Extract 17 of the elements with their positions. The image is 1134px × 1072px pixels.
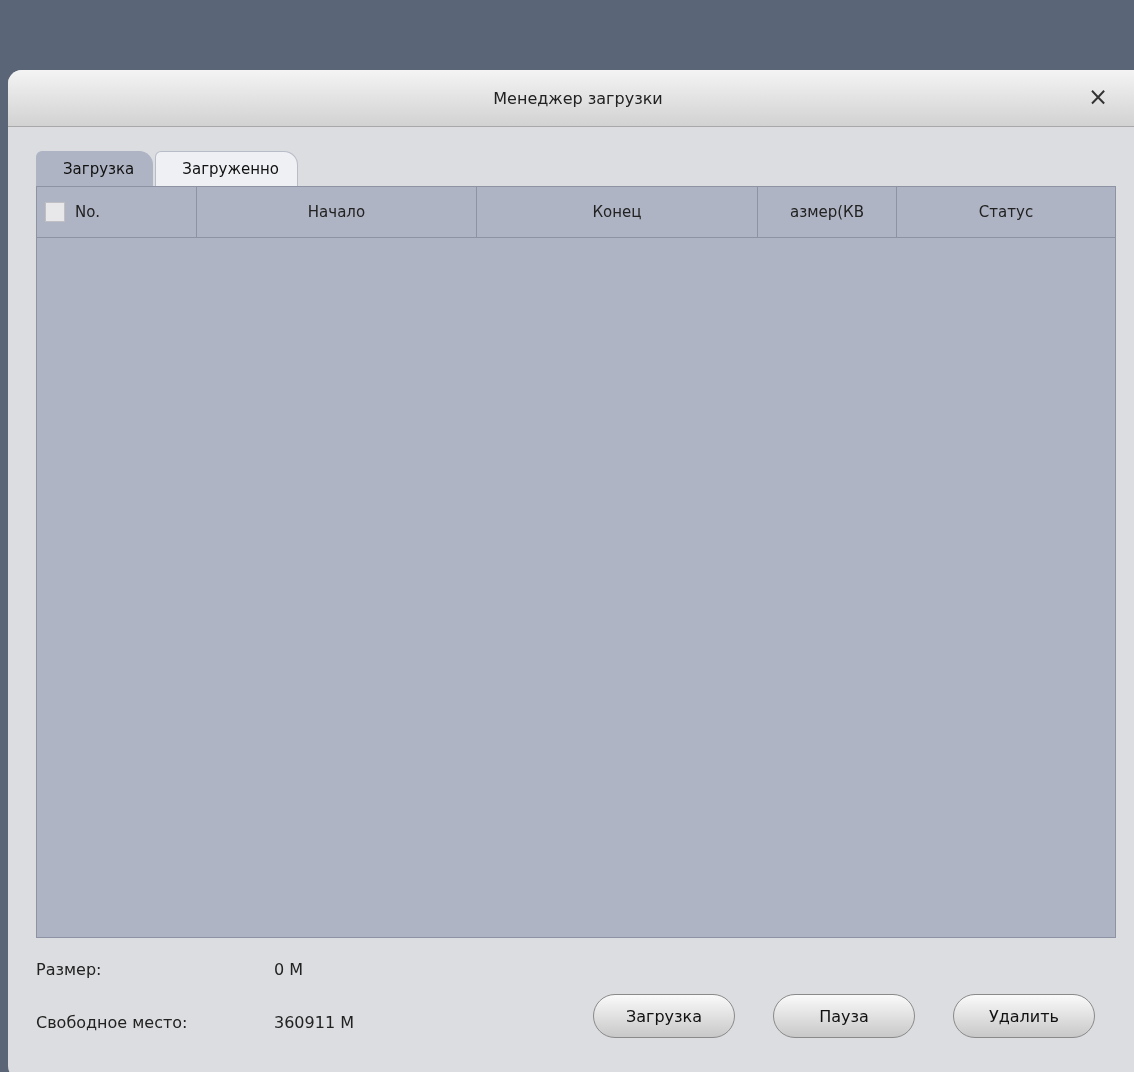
action-button[interactable]: Пауза (773, 994, 915, 1038)
action-button[interactable]: Загрузка (593, 994, 735, 1038)
summary-label: Свободное место: (36, 1013, 189, 1032)
summary-value: 360911 М (274, 1013, 355, 1032)
action-button[interactable]: Удалить (953, 994, 1095, 1038)
tab[interactable]: Загруженно (155, 151, 298, 186)
summary-label: Размер: (36, 960, 103, 979)
summary-value: 0 М (274, 960, 305, 979)
column-header[interactable]: Конец (477, 187, 758, 237)
tab[interactable]: Загрузка (36, 151, 154, 186)
column-header[interactable]: Начало (197, 187, 477, 237)
column-header[interactable]: азмер(КВ (758, 187, 897, 237)
column-label: No. (75, 203, 100, 221)
column-header[interactable]: Статус (897, 187, 1115, 237)
checkbox[interactable] (45, 202, 65, 222)
window-title: Менеджер загрузки (493, 88, 663, 108)
close-button[interactable]: × (1082, 82, 1115, 112)
